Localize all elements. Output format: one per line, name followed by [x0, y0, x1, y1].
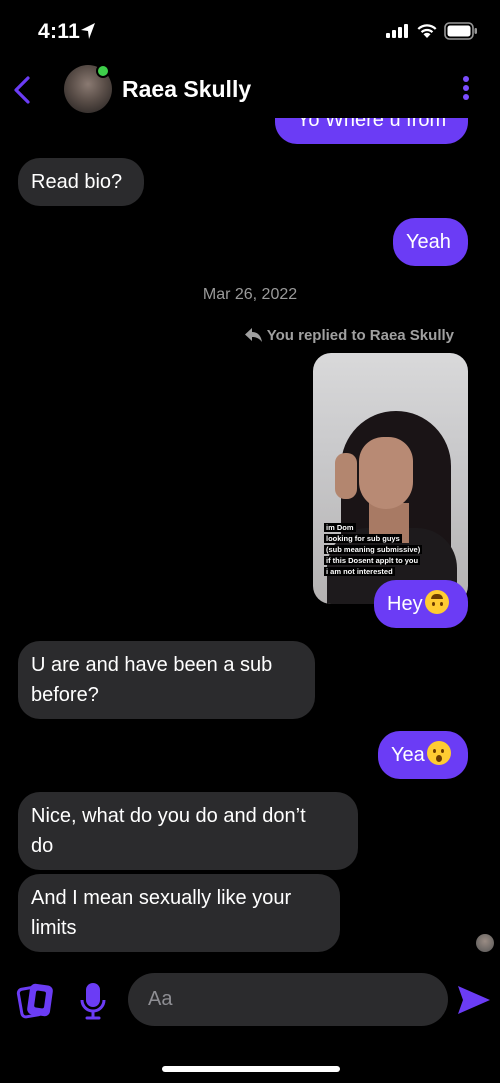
message-text: do [31, 835, 54, 857]
message-outgoing[interactable]: Hey [374, 580, 468, 628]
home-indicator [162, 1066, 340, 1072]
reply-arrow-icon [244, 328, 262, 342]
message-text: Yea [391, 744, 425, 766]
message-text: U are and have been a sub [31, 654, 273, 676]
message-text: before? [31, 684, 99, 706]
story-caption-line: if this Dosent applt to you [324, 556, 421, 565]
story-caption-line: (sub meaning submissive) [324, 545, 423, 554]
story-caption-line: im Dom [324, 523, 356, 532]
message-incoming[interactable]: Nice, what do you do and don’t do [18, 792, 358, 870]
contact-name[interactable]: Raea Skully [122, 76, 251, 103]
reply-indicator: You replied to Raea Skully [244, 327, 454, 344]
cards-icon[interactable] [16, 982, 54, 1020]
story-photo-hand [335, 453, 357, 499]
message-incoming[interactable]: And I mean sexually like your limits [18, 874, 340, 952]
more-options-icon[interactable] [458, 74, 474, 106]
status-bar: 4:11 [0, 0, 500, 62]
message-text: limits [31, 917, 77, 939]
message-text: Nice, what do you do and don’t [31, 805, 306, 827]
wifi-icon [417, 24, 437, 38]
seen-avatar [476, 934, 494, 952]
message-incoming[interactable]: U are and have been a sub before? [18, 641, 315, 719]
message-text: Read bio? [31, 171, 123, 193]
signal-icon [386, 24, 408, 38]
story-caption: im Dom looking for sub guys (sub meaning… [324, 523, 423, 576]
message-outgoing[interactable]: Yeah [393, 218, 468, 266]
reply-indicator-text: You replied to Raea Skully [266, 327, 454, 344]
upside-down-face-emoji-icon [424, 590, 449, 614]
back-chevron-icon[interactable] [10, 74, 34, 106]
message-list[interactable]: Yo Where u from Read bio? Yeah Mar 26, 2… [0, 0, 500, 960]
send-icon[interactable] [456, 984, 492, 1016]
location-arrow-icon [81, 23, 95, 39]
message-text: Yeah [406, 231, 451, 253]
date-separator: Mar 26, 2022 [202, 286, 298, 303]
story-reply-thumbnail[interactable]: im Dom looking for sub guys (sub meaning… [313, 353, 468, 604]
story-caption-line: looking for sub guys [324, 534, 402, 543]
message-text: Hey [387, 593, 423, 615]
message-composer [0, 960, 500, 1040]
battery-icon [444, 22, 477, 40]
microphone-icon[interactable] [80, 982, 106, 1020]
message-text: And I mean sexually like your [31, 887, 292, 909]
story-photo-face [359, 437, 413, 509]
surprised-face-emoji-icon [426, 741, 451, 765]
status-time: 4:11 [38, 20, 81, 43]
message-input[interactable] [128, 973, 448, 1026]
message-incoming[interactable]: Read bio? [18, 158, 144, 206]
chat-header: Raea Skully [0, 62, 500, 118]
story-caption-line: i am not interested [324, 567, 395, 576]
message-outgoing[interactable]: Yea [378, 731, 468, 779]
online-status-indicator [96, 64, 110, 78]
